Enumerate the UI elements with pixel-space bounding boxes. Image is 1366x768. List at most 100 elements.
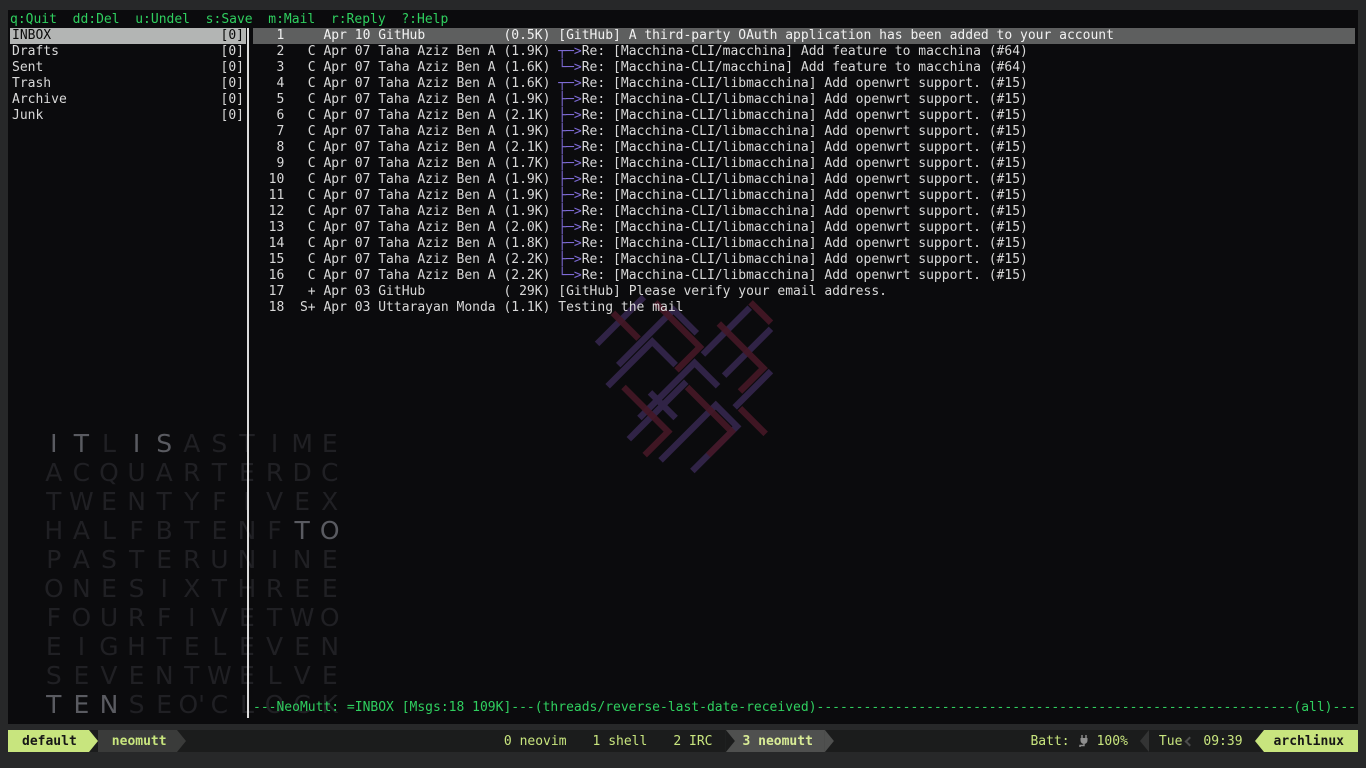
mail-row[interactable]: 13 C Apr 07 Taha Aziz Ben A (2.0K) ├─>Re… — [253, 220, 1355, 236]
mail-subject: Testing the mail — [558, 300, 683, 316]
mailbox-name: Archive — [12, 92, 67, 108]
thread-tree-icon: ├─> — [558, 108, 581, 124]
mail-subject: Re: [Macchina-CLI/libmacchina] Add openw… — [582, 140, 1028, 156]
sidebar-item-drafts[interactable]: Drafts [0] — [10, 44, 246, 60]
tmux-window-label: 3 neomutt — [734, 734, 824, 749]
battery-label: Batt: — [1030, 734, 1069, 749]
mail-row-meta: 14 C Apr 07 Taha Aziz Ben A (1.8K) — [253, 236, 558, 252]
mail-row[interactable]: 3 C Apr 07 Taha Aziz Ben A (1.6K) └─>Re:… — [253, 60, 1355, 76]
mail-row-meta: 12 C Apr 07 Taha Aziz Ben A (1.9K) — [253, 204, 558, 220]
mail-row-meta: 16 C Apr 07 Taha Aziz Ben A (2.2K) — [253, 268, 558, 284]
tmux-session-name: default — [22, 734, 77, 749]
mail-subject: Re: [Macchina-CLI/macchina] Add feature … — [582, 60, 1028, 76]
mail-row-meta: 11 C Apr 07 Taha Aziz Ben A (1.9K) — [253, 188, 558, 204]
mail-row-meta: 4 C Apr 07 Taha Aziz Ben A (1.6K) — [253, 76, 558, 92]
neomutt-help-bar: q:Quit dd:Del u:Undel s:Save m:Mail r:Re… — [10, 12, 448, 28]
sidebar-item-archive[interactable]: Archive [0] — [10, 92, 246, 108]
mailbox-count: [0] — [221, 60, 244, 76]
sidebar-item-junk[interactable]: Junk [0] — [10, 108, 246, 124]
status-line-fill: ----------------------------------------… — [817, 700, 1294, 716]
tmux-window[interactable]: 2 IRC — [660, 734, 725, 749]
mailbox-name: Sent — [12, 60, 43, 76]
mail-row[interactable]: 8 C Apr 07 Taha Aziz Ben A (2.1K) ├─>Re:… — [253, 140, 1355, 156]
thread-tree-icon: ├─> — [558, 156, 581, 172]
thread-tree-icon: ├─> — [558, 124, 581, 140]
mail-row-meta: 17 + Apr 03 GitHub ( 29K) — [253, 284, 558, 300]
mail-row[interactable]: 14 C Apr 07 Taha Aziz Ben A (1.8K) ├─>Re… — [253, 236, 1355, 252]
thread-tree-icon: ├─> — [558, 188, 581, 204]
mailbox-name: Trash — [12, 76, 51, 92]
mail-index-list: 1 Apr 10 GitHub (0.5K) [GitHub] A third-… — [253, 28, 1355, 316]
powerline-arrow-icon — [89, 730, 98, 752]
mail-row[interactable]: 4 C Apr 07 Taha Aziz Ben A (1.6K) ┬─>Re:… — [253, 76, 1355, 92]
status-time: 09:39 — [1203, 734, 1242, 749]
mail-row[interactable]: 17 + Apr 03 GitHub ( 29K) [GitHub] Pleas… — [253, 284, 1355, 300]
thread-tree-icon: ├─> — [558, 204, 581, 220]
sidebar-item-sent[interactable]: Sent [0] — [10, 60, 246, 76]
mail-row-meta: 10 C Apr 07 Taha Aziz Ben A (1.9K) — [253, 172, 558, 188]
mail-row[interactable]: 11 C Apr 07 Taha Aziz Ben A (1.9K) ├─>Re… — [253, 188, 1355, 204]
mail-row-meta: 15 C Apr 07 Taha Aziz Ben A (2.2K) — [253, 252, 558, 268]
thread-tree-icon: └─> — [558, 60, 581, 76]
mail-subject: Re: [Macchina-CLI/libmacchina] Add openw… — [582, 252, 1028, 268]
mail-subject: Re: [Macchina-CLI/libmacchina] Add openw… — [582, 108, 1028, 124]
tmux-window[interactable]: 1 shell — [580, 734, 661, 749]
mailbox-name: Drafts — [12, 44, 59, 60]
tmux-pane-segment[interactable]: neomutt — [98, 730, 177, 752]
thread-tree-icon: ├─> — [558, 140, 581, 156]
sidebar-item-trash[interactable]: Trash[0] — [10, 76, 246, 92]
mail-subject: Re: [Macchina-CLI/libmacchina] Add openw… — [582, 268, 1028, 284]
mail-row[interactable]: 6 C Apr 07 Taha Aziz Ben A (2.1K) ├─>Re:… — [253, 108, 1355, 124]
mail-row[interactable]: 12 C Apr 07 Taha Aziz Ben A (1.9K) ├─>Re… — [253, 204, 1355, 220]
terminal-content: q:Quit dd:Del u:Undel s:Save m:Mail r:Re… — [8, 10, 1358, 724]
mail-row-meta: 1 Apr 10 GitHub (0.5K) — [253, 28, 558, 44]
mailbox-count: [0] — [221, 92, 244, 108]
thread-tree-icon: ├─> — [558, 220, 581, 236]
tmux-pane-name: neomutt — [112, 734, 167, 749]
mail-row-meta: 18 S+ Apr 03 Uttarayan Monda (1.1K) — [253, 300, 558, 316]
mailbox-count: [0] — [221, 28, 244, 44]
tmux-status-bar: default neomutt 0 neovim1 shell2 IRC 3 ne… — [8, 730, 1358, 752]
mailbox-count: [0] — [221, 44, 244, 60]
tmux-window[interactable]: 0 neovim — [491, 734, 580, 749]
sidebar-divider — [247, 28, 249, 718]
sidebar-item-inbox[interactable]: INBOX [0] — [10, 28, 246, 44]
mail-row[interactable]: 2 C Apr 07 Taha Aziz Ben A (1.9K) ┬─>Re:… — [253, 44, 1355, 60]
tmux-session-segment[interactable]: default — [8, 730, 89, 752]
mail-subject: [GitHub] Please verify your email addres… — [558, 284, 887, 300]
powerline-arrow-icon — [177, 730, 186, 752]
mailbox-name: INBOX — [12, 28, 51, 44]
tmux-right-status: Batt: 100% Tue 09:39 archlinux — [1030, 730, 1358, 752]
mail-row[interactable]: 7 C Apr 07 Taha Aziz Ben A (1.9K) ├─>Re:… — [253, 124, 1355, 140]
mail-subject: Re: [Macchina-CLI/libmacchina] Add openw… — [582, 76, 1028, 92]
mailbox-count: [0] — [221, 108, 244, 124]
mail-row-meta: 7 C Apr 07 Taha Aziz Ben A (1.9K) — [253, 124, 558, 140]
mail-subject: Re: [Macchina-CLI/libmacchina] Add openw… — [582, 204, 1028, 220]
mail-subject: Re: [Macchina-CLI/macchina] Add feature … — [582, 44, 1028, 60]
mail-row[interactable]: 10 C Apr 07 Taha Aziz Ben A (1.9K) ├─>Re… — [253, 172, 1355, 188]
tmux-window-active[interactable]: 3 neomutt — [725, 730, 824, 752]
thread-tree-icon: ├─> — [558, 236, 581, 252]
status-day: Tue — [1159, 734, 1182, 749]
mail-row[interactable]: 5 C Apr 07 Taha Aziz Ben A (1.9K) ├─>Re:… — [253, 92, 1355, 108]
mail-row-meta: 5 C Apr 07 Taha Aziz Ben A (1.9K) — [253, 92, 558, 108]
mailbox-name: Junk — [12, 108, 43, 124]
mail-subject: Re: [Macchina-CLI/libmacchina] Add openw… — [582, 172, 1028, 188]
desktop-screen: ITLISASTIMEACQUARTERDCTWENTYFIVEXHALFBTE… — [0, 0, 1366, 768]
mailbox-sidebar: INBOX[0]Drafts[0]Sent[0]Trash[0]Archive[… — [10, 28, 246, 124]
mail-subject: Re: [Macchina-CLI/libmacchina] Add openw… — [582, 92, 1028, 108]
status-line-right: (all)--- — [1293, 700, 1356, 716]
mail-row[interactable]: 18 S+ Apr 03 Uttarayan Monda (1.1K) Test… — [253, 300, 1355, 316]
tmux-window-list: 0 neovim1 shell2 IRC 3 neomutt — [491, 730, 834, 752]
power-plug-icon — [1078, 734, 1091, 748]
thread-tree-icon: ├─> — [558, 92, 581, 108]
mail-row-meta: 3 C Apr 07 Taha Aziz Ben A (1.6K) — [253, 60, 558, 76]
mail-row-meta: 9 C Apr 07 Taha Aziz Ben A (1.7K) — [253, 156, 558, 172]
mail-row[interactable]: 15 C Apr 07 Taha Aziz Ben A (2.2K) ├─>Re… — [253, 252, 1355, 268]
mail-row[interactable]: 1 Apr 10 GitHub (0.5K) [GitHub] A third-… — [253, 28, 1355, 44]
neomutt-status-line: ---NeoMutt: =INBOX [Msgs:18 109K]---(thr… — [253, 700, 1356, 716]
mail-row[interactable]: 9 C Apr 07 Taha Aziz Ben A (1.7K) ├─>Re:… — [253, 156, 1355, 172]
mail-row-meta: 6 C Apr 07 Taha Aziz Ben A (2.1K) — [253, 108, 558, 124]
mail-subject: Re: [Macchina-CLI/libmacchina] Add openw… — [582, 124, 1028, 140]
mail-row[interactable]: 16 C Apr 07 Taha Aziz Ben A (2.2K) └─>Re… — [253, 268, 1355, 284]
